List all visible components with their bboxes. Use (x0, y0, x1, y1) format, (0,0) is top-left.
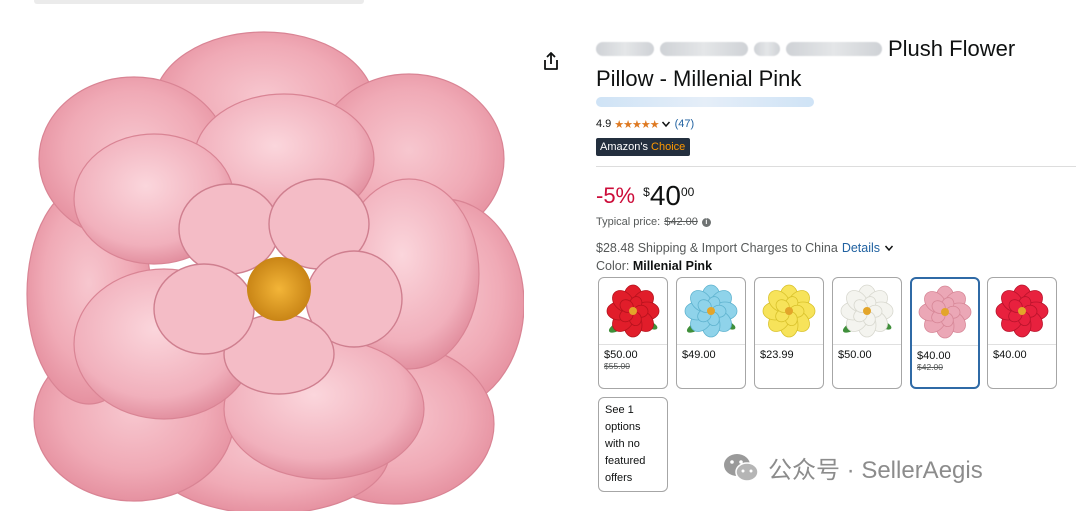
badge-prefix: Amazon's (600, 141, 648, 153)
chevron-down-icon[interactable] (884, 243, 894, 253)
price-fraction: 00 (680, 185, 695, 199)
price-symbol: $ (643, 185, 650, 199)
chevron-down-icon[interactable] (661, 119, 671, 129)
flower-swatch-icon (762, 284, 816, 338)
store-link[interactable] (596, 94, 1076, 110)
flower-swatch-icon (995, 284, 1049, 338)
flower-swatch-icon (918, 285, 972, 339)
price-row: -5% $ 40 00 (596, 181, 1076, 213)
product-info-panel: Plush Flower Pillow - Millenial Pink 4.9… (596, 34, 1076, 497)
divider (596, 166, 1076, 167)
color-swatch-blue[interactable]: $49.00 (676, 277, 746, 389)
swatch-price: $49.00 (682, 349, 716, 361)
typical-price-label: Typical price: (596, 216, 661, 228)
rating-score: 4.9 (596, 118, 612, 130)
flower-swatch-icon (840, 284, 894, 338)
swatch-image (988, 278, 1056, 345)
title-line2-text: Pillow - Millenial Pink (596, 66, 802, 91)
swatch-price: $40.00 (917, 350, 951, 362)
see-options-button[interactable]: See 1 options with no featured offers (598, 397, 668, 492)
current-price: $ 40 00 (643, 181, 694, 211)
shipping-row: $28.48 Shipping & Import Charges to Chin… (596, 241, 1076, 255)
swatch-original-price: $42.00 (917, 362, 943, 372)
flower-swatch-icon (606, 284, 660, 338)
flower-swatch-icon (684, 284, 738, 338)
discount-percent: -5% (596, 183, 636, 208)
flower-pillow-image (26, 31, 524, 511)
color-label: Color: (596, 259, 630, 273)
blurred-title-segment (660, 42, 748, 56)
swatch-image (599, 278, 667, 345)
swatch-image (677, 278, 745, 345)
color-value: Millenial Pink (632, 259, 713, 273)
shipping-text: $28.48 Shipping & Import Charges to Chin… (596, 241, 838, 255)
typical-price-value: $42.00 (664, 216, 698, 228)
product-title: Plush Flower Pillow - Millenial Pink (596, 34, 1076, 94)
blurred-breadcrumb (34, 0, 364, 4)
watermark: 公众号 · SellerAegis (722, 450, 983, 485)
swatch-price: $40.00 (993, 349, 1027, 361)
color-swatch-pink[interactable]: $40.00 $42.00 (910, 277, 980, 389)
star-rating-icon: ★★★★★ (614, 118, 659, 131)
typical-price-row: Typical price: $42.00 i (596, 216, 1076, 228)
main-product-image[interactable] (14, 24, 524, 511)
swatch-price: $50.00 (604, 349, 638, 361)
ratings-count-link[interactable]: (47) (675, 118, 695, 130)
swatch-original-price: $55.00 (604, 361, 630, 371)
blurred-title-segment (754, 42, 780, 56)
shipping-details-link[interactable]: Details (842, 241, 880, 255)
watermark-text: 公众号 · SellerAegis (768, 457, 983, 484)
amazons-choice-badge: Amazon's Choice (596, 138, 691, 156)
title-line1-text: Plush Flower (888, 36, 1016, 61)
swatch-price: $50.00 (838, 349, 872, 361)
swatch-price: $23.99 (760, 349, 794, 361)
blurred-store-name (596, 97, 814, 107)
color-swatch-crimson[interactable]: $40.00 (987, 277, 1057, 389)
blurred-title-segment (596, 42, 654, 56)
swatch-image (755, 278, 823, 345)
rating-row[interactable]: 4.9 ★★★★★ (47) (596, 116, 1076, 132)
swatch-image (833, 278, 901, 345)
top-breadcrumb-strip (0, 0, 1080, 8)
color-selection-label: Color: Millenial Pink (596, 259, 1076, 273)
badge-suffix: Choice (651, 141, 686, 153)
color-swatch-red[interactable]: $50.00 $55.00 (598, 277, 668, 389)
color-swatch-yellow[interactable]: $23.99 (754, 277, 824, 389)
info-icon[interactable]: i (701, 217, 711, 227)
blurred-title-segment (786, 42, 882, 56)
share-icon[interactable] (540, 50, 562, 72)
wechat-icon (724, 453, 759, 482)
price-whole: 40 (649, 180, 681, 211)
color-swatch-white[interactable]: $50.00 (832, 277, 902, 389)
swatch-image (912, 279, 978, 346)
